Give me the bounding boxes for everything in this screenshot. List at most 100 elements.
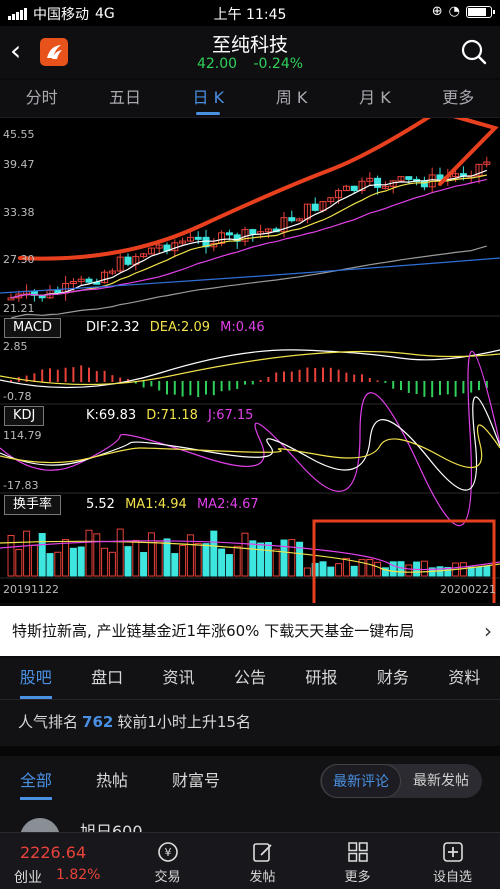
index-change: 1.82% [56, 867, 101, 883]
more-button[interactable]: 更多 [310, 833, 405, 889]
sort-toggle[interactable]: 最新评论 最新发帖 [320, 764, 482, 798]
post-item[interactable]: 旭日600 [0, 806, 500, 858]
macd-bar [384, 381, 387, 383]
macd-bar [322, 367, 324, 382]
trade-button[interactable]: ¥ 交易 [120, 833, 215, 889]
macd-bar [103, 370, 106, 382]
rank-suffix: 较前1小时上升15名 [117, 713, 251, 731]
macd-bar [407, 381, 410, 393]
date-end: 20200221 [440, 583, 496, 596]
search-icon[interactable] [460, 38, 488, 66]
macd-bar [142, 381, 145, 388]
tab-wealth[interactable]: 财富号 [172, 756, 220, 806]
macd-dea: DEA:2.09 [149, 320, 210, 335]
stock-price: 42.00 [196, 56, 238, 72]
kline-chart[interactable]: 45.55 39.47 33.38 27.30 21.21 MACD DIF:2… [0, 118, 500, 603]
battery-icon [466, 5, 495, 18]
macd-bar [25, 375, 28, 382]
promo-banner[interactable]: 特斯拉新高, 产业链基金近1年涨60% 下载天天基金一键布局 › [0, 606, 500, 656]
turnover-bar [397, 561, 405, 577]
macd-bar [41, 369, 44, 382]
feed-tabs: 全部 热帖 财富号 最新评论 最新发帖 [0, 756, 500, 806]
tab-intraday[interactable]: 分时 [0, 80, 83, 117]
tab-announcements[interactable]: 公告 [214, 658, 285, 699]
macd-bar [119, 377, 122, 382]
trade-icon: ¥ [157, 842, 178, 862]
stock-change: -0.24% [253, 56, 304, 72]
stock-name: 至纯科技 [211, 34, 288, 56]
macd-bar [205, 381, 207, 395]
turnover-ma2: MA2:4.67 [196, 497, 259, 512]
tab-pankou[interactable]: 盘口 [71, 658, 142, 699]
turnover-bar [147, 532, 155, 577]
macd-m: M:0.46 [220, 320, 265, 335]
turnover-label[interactable]: 换手率 [4, 495, 62, 515]
tab-monthly-k[interactable]: 月 K [333, 80, 416, 117]
tab-guba[interactable]: 股吧 [0, 658, 71, 699]
turnover-values: 5.52 MA1:4.94 MA2:4.67 [86, 495, 265, 515]
macd-axis-bottom: -0.78 [3, 390, 32, 403]
tab-news[interactable]: 资讯 [143, 658, 214, 699]
turnover-bar [366, 559, 374, 577]
candle-body [249, 229, 257, 235]
tab-daily-k[interactable]: 日 K [167, 80, 250, 117]
tab-more[interactable]: 更多 [417, 80, 500, 117]
tab-profile[interactable]: 资料 [429, 658, 500, 699]
turnover-bar [475, 566, 483, 577]
turnover-bar [233, 545, 241, 577]
stock-quote: 42.00 -0.24% [0, 56, 500, 72]
post-label: 发帖 [249, 870, 276, 885]
post-button[interactable]: 发帖 [215, 833, 310, 889]
turnover-bar [194, 542, 202, 577]
trade-label: 交易 [154, 870, 181, 885]
popularity-rank: 人气排名 762 较前1小时上升15名 [0, 700, 500, 746]
tab-research[interactable]: 研报 [286, 658, 357, 699]
macd-bar [72, 367, 75, 382]
tab-finance[interactable]: 财务 [357, 658, 428, 699]
divider [0, 746, 500, 756]
price-axis-label: 27.30 [3, 253, 35, 266]
tab-all[interactable]: 全部 [20, 756, 53, 806]
tab-weekly-k[interactable]: 周 K [250, 80, 333, 117]
svg-text:¥: ¥ [164, 846, 171, 859]
macd-bar [283, 371, 285, 382]
macd-bar [88, 367, 90, 382]
turnover-bar [225, 554, 233, 577]
macd-dif: DIF:2.32 [86, 320, 140, 335]
sort-latest-comment[interactable]: 最新评论 [321, 764, 401, 798]
bottom-toolbar: 2226.64 创业 1.82% ¥ 交易 发帖 更多 设自选 [0, 832, 500, 889]
macd-bar [462, 381, 465, 394]
tab-five-day[interactable]: 五日 [83, 80, 166, 117]
turnover-bar [319, 561, 327, 577]
macd-bar [337, 369, 340, 382]
kdj-label[interactable]: KDJ [4, 406, 45, 426]
macd-bar [80, 365, 83, 382]
turnover-bar [140, 552, 148, 577]
macd-bar [439, 381, 441, 396]
macd-bar [446, 381, 449, 395]
turnover-bar [171, 553, 179, 577]
index-name: 创业 [14, 870, 42, 886]
turnover-bar [69, 547, 77, 577]
macd-bar [353, 374, 356, 382]
macd-label[interactable]: MACD [4, 318, 61, 338]
add-watchlist-label: 设自选 [432, 870, 472, 885]
turnover-bar [303, 567, 311, 577]
promo-text: 特斯拉新高, 产业链基金近1年涨60% 下载天天基金一键布局 [12, 622, 415, 640]
kdj-d: D:71.18 [146, 408, 198, 423]
add-watchlist-button[interactable]: 设自选 [405, 833, 500, 889]
sort-latest-post[interactable]: 最新发帖 [401, 764, 481, 798]
tab-hot-posts[interactable]: 热帖 [96, 756, 128, 806]
price-axis-label: 33.38 [3, 206, 35, 219]
kline-svg [0, 118, 500, 603]
turnover-bar [272, 548, 280, 577]
macd-bar [454, 381, 457, 397]
index-ticker[interactable]: 2226.64 创业 1.82% [0, 833, 120, 889]
turnover-bar [210, 530, 218, 577]
macd-bar [64, 367, 67, 382]
candle-body [350, 185, 358, 192]
macd-bar [392, 381, 395, 389]
macd-bar [228, 381, 231, 391]
macd-bar [329, 367, 332, 382]
macd-bar [275, 372, 278, 382]
